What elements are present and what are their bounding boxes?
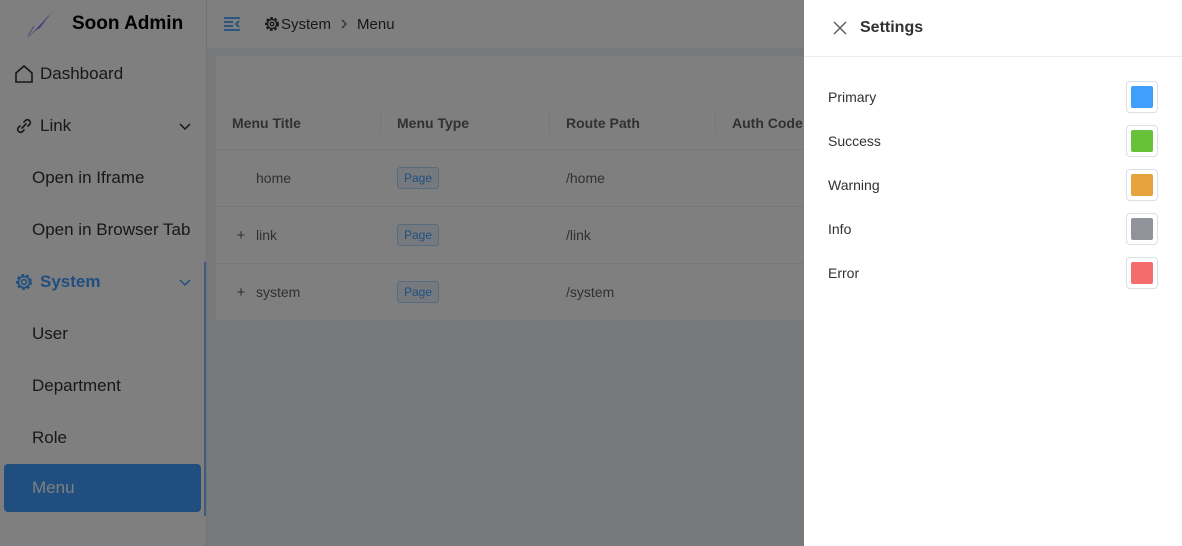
setting-label: Primary [828,89,877,105]
color-picker-primary[interactable] [1126,81,1158,113]
setting-row-error: Error [828,257,1158,289]
settings-drawer: Settings Primary Success Warning Info Er… [804,0,1182,546]
setting-label: Warning [828,177,880,193]
setting-label: Info [828,221,852,237]
drawer-header: Settings [804,0,1182,57]
color-picker-success[interactable] [1126,125,1158,157]
color-swatch [1131,218,1153,240]
setting-row-primary: Primary [828,81,1158,113]
setting-label: Error [828,265,860,281]
color-picker-error[interactable] [1126,257,1158,289]
color-swatch [1131,262,1153,284]
color-swatch [1131,174,1153,196]
drawer-title: Settings [860,19,924,36]
color-picker-warning[interactable] [1126,169,1158,201]
setting-row-success: Success [828,125,1158,157]
close-icon[interactable] [832,20,848,36]
setting-row-info: Info [828,213,1158,245]
setting-label: Success [828,133,881,149]
color-swatch [1131,130,1153,152]
setting-row-warning: Warning [828,169,1158,201]
color-swatch [1131,86,1153,108]
color-picker-info[interactable] [1126,213,1158,245]
